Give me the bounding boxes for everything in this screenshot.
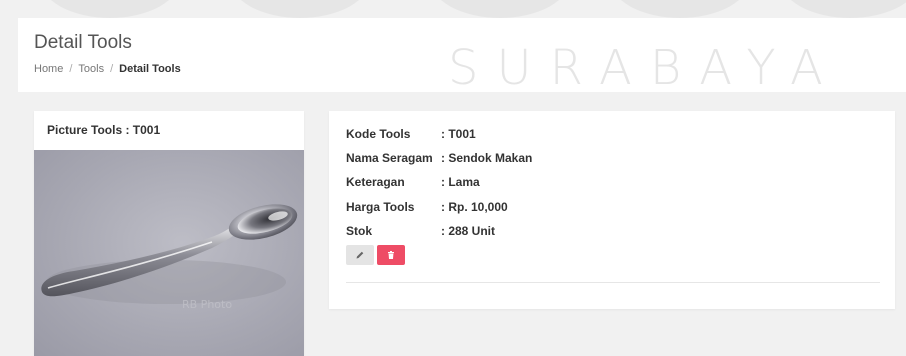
detail-label: Harga Tools	[346, 200, 415, 214]
breadcrumb-home[interactable]: Home	[34, 63, 63, 75]
breadcrumb-tools[interactable]: Tools	[78, 63, 104, 75]
picture-card-title: Picture Tools : T001	[47, 123, 161, 137]
breadcrumb: Home / Tools / Detail Tools	[34, 63, 181, 75]
page-header: Detail Tools Home / Tools / Detail Tools	[18, 18, 906, 92]
edit-button[interactable]	[346, 245, 374, 265]
breadcrumb-current: Detail Tools	[119, 63, 181, 75]
detail-value: : Lama	[441, 175, 480, 189]
detail-label: Kode Tools	[346, 127, 411, 141]
detail-value: : 288 Unit	[441, 224, 496, 238]
image-watermark-caption: RB Photo	[182, 298, 232, 311]
detail-row-nama: Nama Seragam : Sendok Makan	[346, 151, 532, 165]
detail-value: : T001	[441, 127, 476, 141]
detail-row-harga: Harga Tools : Rp. 10,000	[346, 200, 508, 214]
detail-row-keterangan: Keteragan : Lama	[346, 175, 480, 189]
breadcrumb-separator: /	[110, 63, 114, 75]
picture-card: Picture Tools : T001 RB Photo	[34, 111, 304, 356]
detail-label: Nama Seragam	[346, 151, 433, 165]
watermark-top-shapes	[0, 0, 906, 18]
spoon-image: RB Photo	[41, 204, 298, 311]
pencil-icon	[356, 251, 364, 259]
detail-label: Stok	[346, 224, 373, 238]
page-title: Detail Tools	[34, 32, 132, 53]
detail-row-stok: Stok : 288 Unit	[346, 224, 495, 238]
detail-row-kode: Kode Tools : T001	[346, 127, 476, 141]
detail-value: : Rp. 10,000	[441, 200, 508, 214]
detail-value: : Sendok Makan	[441, 151, 533, 165]
detail-card: Kode Tools : T001 Nama Seragam : Sendok …	[329, 111, 895, 309]
breadcrumb-separator: /	[69, 63, 73, 75]
divider	[346, 282, 880, 283]
delete-button[interactable]	[377, 245, 405, 265]
detail-label: Keteragan	[346, 175, 405, 189]
trash-icon	[388, 251, 394, 259]
tool-picture: RB Photo	[34, 150, 304, 356]
